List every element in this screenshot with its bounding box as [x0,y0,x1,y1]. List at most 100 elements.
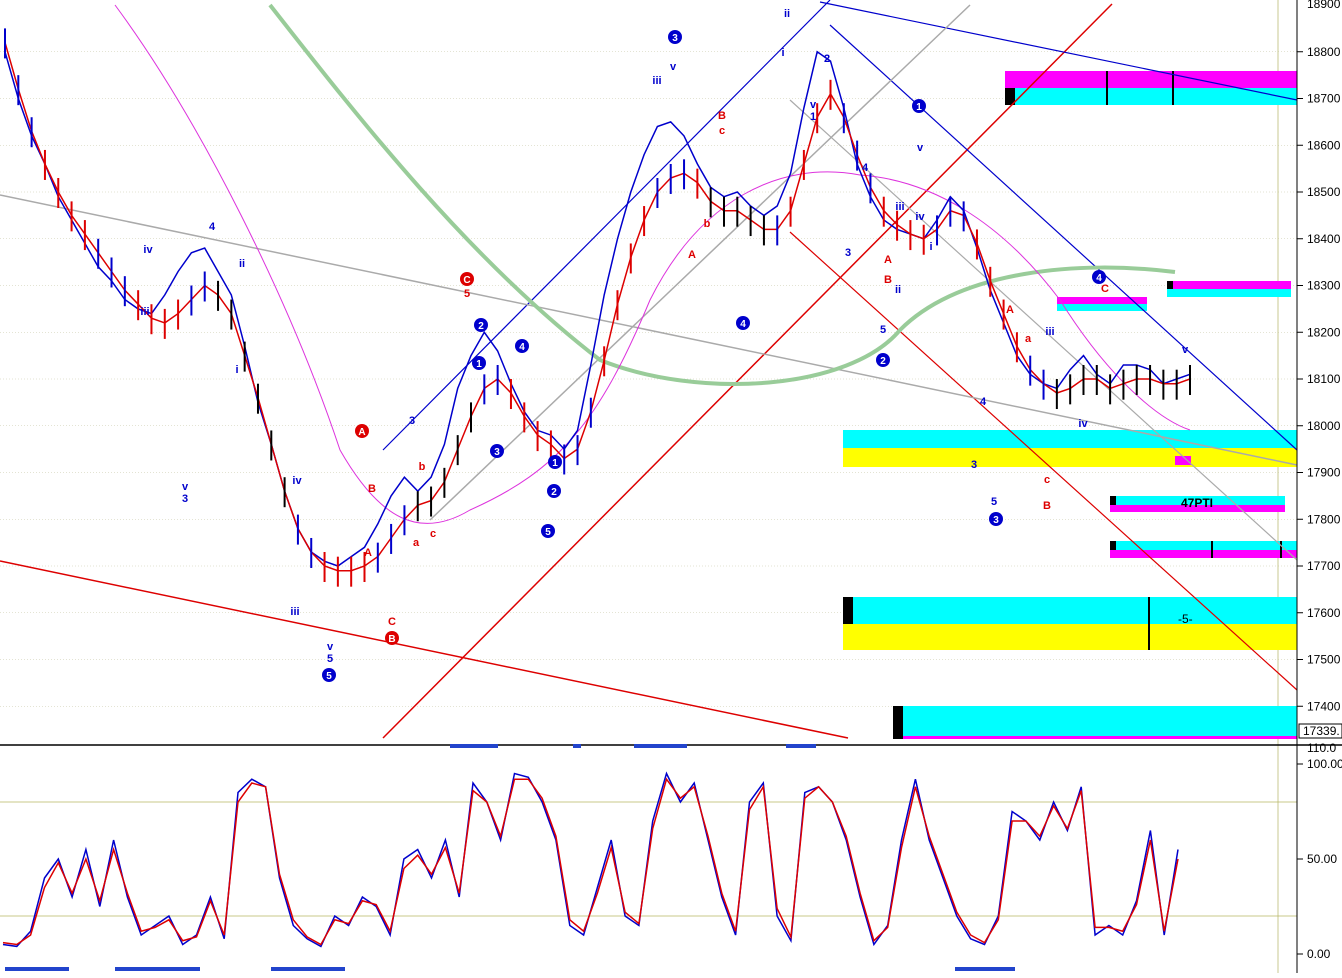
wave-label: v [810,99,817,111]
wave-label: 3 [182,493,188,505]
wave-label: a [1025,333,1032,345]
wave-label: 3 [845,247,851,259]
wave-label: A [688,249,696,261]
wave-label: 5 [464,288,470,300]
signal-bar [450,744,498,748]
circled-label: 4 [740,319,746,330]
circled-label: 5 [326,671,332,682]
circled-label: B [388,634,395,645]
signal-bar [271,967,345,971]
circled-label: 4 [1096,273,1102,284]
wave-label: i [781,47,784,59]
zone-marker [1167,281,1173,289]
wave-label: iii [652,75,661,87]
signal-bar [786,744,816,748]
price-axis-label: 18400 [1307,232,1341,246]
wave-label: ii [784,8,790,20]
target-zone [1005,71,1297,88]
wave-label: v [917,142,924,154]
annotation-minus5: -5- [1178,612,1193,626]
wave-label: B [884,274,892,286]
circled-label: 2 [478,321,484,332]
price-axis-label: 18000 [1307,419,1341,433]
circled-label: A [358,427,365,438]
wave-label: 3 [409,415,415,427]
wave-label: ii [239,258,245,270]
circled-label: 3 [494,447,500,458]
wave-label: 3 [971,459,977,471]
signal-bar [5,967,69,971]
wave-label: 5 [991,496,997,508]
wave-label: iii [895,201,904,213]
target-zone [1110,541,1297,550]
price-axis-top-label: 18900 [1307,0,1341,11]
price-axis-label: 17900 [1307,466,1341,480]
zone-marker [1110,541,1116,550]
wave-label: c [719,125,725,137]
circled-label: 2 [551,487,557,498]
wave-label: A [364,547,372,559]
price-axis-label: 17400 [1307,699,1341,713]
wave-label: 4 [209,221,216,233]
wave-label: b [704,218,711,230]
wave-label: ii [895,284,901,296]
wave-label: iv [915,211,925,223]
wave-label: 4 [862,162,869,174]
wave-label: A [884,254,892,266]
zone-marker [1110,496,1116,505]
wave-label: 2 [824,53,830,65]
chart-window: v 3 4 iv iii ii i iv iii v 5 A B Cb a c 3 5 iii v ii i Bc b Av 1 2… [0,0,1342,973]
circled-label: C [463,275,470,286]
wave-label: v [182,481,189,493]
wave-label: B [1043,500,1051,512]
wave-label: 5 [880,324,886,336]
wave-label: c [430,528,436,540]
wave-label: v [1182,344,1189,356]
price-axis-label: 18300 [1307,279,1341,293]
price-axis-label: 18800 [1307,45,1341,59]
target-zone [843,430,1297,448]
target-zone [893,736,1297,739]
zone-marker [843,597,853,624]
wave-label: b [419,461,426,473]
signal-bar [634,744,687,748]
wave-label: iii [290,606,299,618]
wave-label: C [1101,283,1109,295]
circled-label: 1 [476,359,482,370]
target-zone [1110,550,1297,558]
last-price-label: 17339. [1303,724,1340,738]
wave-label: c [1044,474,1050,486]
price-axis-label: 17600 [1307,606,1341,620]
wave-label: C [388,616,396,628]
price-axis-label: 18500 [1307,185,1341,199]
wave-label: 5 [327,653,333,665]
price-axis-label: 18700 [1307,92,1341,106]
circled-label: 1 [916,102,922,113]
zone-marker [893,706,903,739]
target-zone [893,706,1297,736]
circled-label: 3 [993,515,999,526]
wave-label: iv [1078,418,1088,430]
wave-label: iv [143,244,153,256]
oscillator-axis-top-label: 110.0 [1307,741,1336,755]
price-axis-label: 18200 [1307,325,1341,339]
oscillator-axis-label: 50.00 [1307,852,1337,866]
wave-label: A [1006,304,1014,316]
wave-label: i [929,241,932,253]
circled-label: 5 [545,527,551,538]
wave-label: iii [140,306,149,318]
oscillator-axis-label: 100.00 [1307,757,1342,771]
oscillator-axis-label: 0.00 [1307,947,1331,961]
price-axis-label: 17500 [1307,653,1341,667]
target-zone [1057,304,1147,311]
annotation-47pti: 47PTI [1181,496,1213,510]
chart-svg: v34iviiiiiiiviiiv5ABCbac35iiiviiiBcbAv12… [0,0,1342,973]
target-zone [1167,281,1291,289]
target-zone [1167,289,1291,297]
wave-label: v [327,641,334,653]
circled-label: 3 [672,33,678,44]
wave-label: iii [1045,326,1054,338]
price-axis-label: 18600 [1307,138,1341,152]
wave-label: a [413,537,420,549]
wave-label: i [235,364,238,376]
